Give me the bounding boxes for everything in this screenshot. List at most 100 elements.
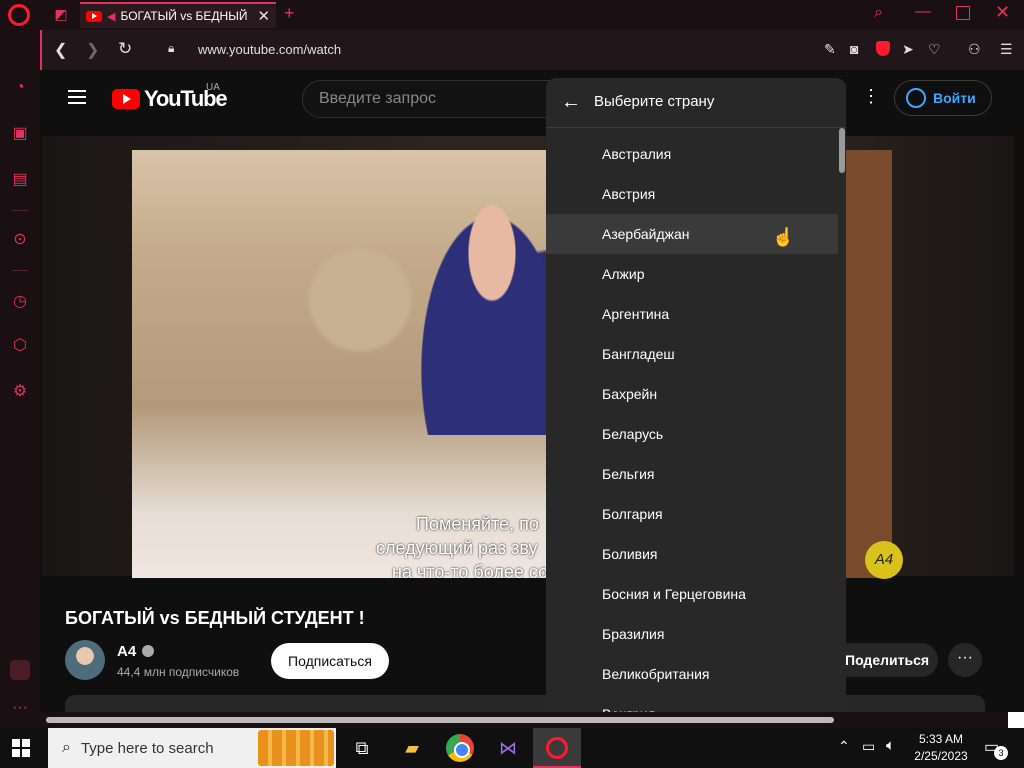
horizontal-scrollbar[interactable] xyxy=(40,712,1024,728)
restore-icon[interactable] xyxy=(956,6,970,20)
volume-icon[interactable]: 🔈︎ xyxy=(886,737,895,754)
page-scrollbar[interactable] xyxy=(1012,70,1014,720)
browser-tab[interactable]: ◀ БОГАТЫЙ vs БЕДНЫЙ ✕ xyxy=(80,2,276,28)
clock[interactable]: 5:33 AM 2/25/2023 xyxy=(910,731,972,765)
easy-setup-icon[interactable]: ☰ xyxy=(1000,41,1013,58)
opera-taskbar-button[interactable] xyxy=(533,728,581,768)
tab-search-icon[interactable]: ⌕ xyxy=(874,4,883,22)
workspace-icon[interactable] xyxy=(10,660,30,680)
youtube-logo-icon[interactable] xyxy=(112,89,140,109)
country-menu: ← Выберите страну Австралия Австрия Азерба… xyxy=(546,78,846,718)
taskbar-search-placeholder: Type here to search xyxy=(80,739,214,757)
sidebar-divider xyxy=(12,210,28,211)
subscribe-button[interactable]: Подписаться xyxy=(271,643,389,679)
back-arrow-icon[interactable]: ← xyxy=(561,91,581,114)
adblock-shield-icon[interactable] xyxy=(876,41,890,56)
opera-icon xyxy=(546,737,568,759)
subscriber-count: 44,4 млн подписчиков xyxy=(117,665,240,679)
account-icon xyxy=(906,88,926,108)
country-item[interactable]: Босния и Герцеговина xyxy=(546,574,838,614)
signin-label: Войти xyxy=(933,90,976,106)
shopping-bag-icon[interactable]: ▣ xyxy=(10,124,30,144)
country-item[interactable]: Бельгия xyxy=(546,454,838,494)
extensions-cube-icon[interactable]: ⬡ xyxy=(10,336,30,356)
country-item[interactable]: Аргентина xyxy=(546,294,838,334)
minimize-icon[interactable]: — xyxy=(915,3,931,21)
taskbar: ⌕ Type here to search ⧉ ▰ ⋈ ⌃ ▭ 🔈︎ 5:33 … xyxy=(0,728,1024,768)
browser-sidebar: ◔ ▣ ▤ ⊙ ◷ ⬡ ⚙ ··· xyxy=(0,30,40,728)
search-icon: ⌕ xyxy=(62,739,71,756)
scroll-corner xyxy=(1008,712,1024,728)
country-menu-scrollbar[interactable] xyxy=(838,128,846,718)
sidebar-divider xyxy=(12,270,28,271)
heart-icon[interactable]: ♡ xyxy=(928,41,941,58)
subtitle-line: Поменяйте, по xyxy=(416,514,539,534)
back-icon[interactable]: ❮ xyxy=(54,40,67,60)
channel-watermark[interactable]: А4 xyxy=(865,541,903,579)
video-frame-edge xyxy=(846,150,892,578)
youtube-favicon-icon xyxy=(86,10,102,22)
country-item[interactable]: Азербайджан xyxy=(546,214,838,254)
hand-cursor-icon: ☝ xyxy=(772,227,795,247)
sidebar-more-icon[interactable]: ··· xyxy=(10,698,30,718)
country-item[interactable]: Боливия xyxy=(546,534,838,574)
opera-logo-icon[interactable] xyxy=(8,4,30,26)
country-item[interactable]: Болгария xyxy=(546,494,838,534)
lock-icon[interactable]: 🔒︎ xyxy=(168,41,178,55)
search-input[interactable]: Введите запрос xyxy=(302,80,582,118)
tray-chevron-icon[interactable]: ⌃ xyxy=(838,738,850,755)
clock-time: 5:33 AM xyxy=(918,732,964,746)
address-bar: ❮ ❯ ↻ 🔒︎ www.youtube.com/watch ✎ ◙ ➤ ♡ ⚇… xyxy=(40,30,1024,70)
browser-titlebar: ◩ ◀ БОГАТЫЙ vs БЕДНЫЙ ✕ + ⌕ — ✕ xyxy=(0,0,1024,30)
country-item[interactable]: Бразилия xyxy=(546,614,838,654)
country-menu-title: Выберите страну xyxy=(594,93,715,110)
channel-name[interactable]: А4 xyxy=(117,643,136,660)
clock-date: 2/25/2023 xyxy=(914,749,968,763)
url-field[interactable]: www.youtube.com/watch xyxy=(198,42,341,57)
history-icon[interactable]: ◷ xyxy=(10,292,30,312)
task-view-icon[interactable]: ⧉ xyxy=(348,734,376,762)
file-explorer-icon[interactable]: ▰ xyxy=(398,734,426,762)
country-menu-header: ← Выберите страну xyxy=(546,78,846,128)
network-icon[interactable]: ▭ xyxy=(862,738,875,755)
country-item[interactable]: Беларусь xyxy=(546,414,838,454)
send-icon[interactable]: ➤ xyxy=(902,41,914,58)
tab-close-icon[interactable]: ✕ xyxy=(257,7,270,25)
menu-hamburger-icon[interactable] xyxy=(68,90,86,104)
subtitle-line: на что-то более со xyxy=(392,562,549,582)
more-actions-button[interactable]: ··· xyxy=(948,643,982,677)
youtube-page: YouTube UA Введите запрос ⋮ Войти Поменя… xyxy=(42,70,1014,720)
gamepad-icon[interactable]: ◩ xyxy=(48,6,74,24)
visual-studio-icon[interactable]: ⋈ xyxy=(494,734,522,762)
new-tab-icon[interactable]: + xyxy=(284,3,295,24)
video-title: БОГАТЫЙ vs БЕДНЫЙ СТУДЕНТ ! xyxy=(65,608,365,628)
search-highlight-image[interactable] xyxy=(258,730,334,766)
player-icon[interactable]: ⊙ xyxy=(10,230,30,250)
speed-dial-icon[interactable]: ◔ xyxy=(10,78,30,98)
tab-title: БОГАТЫЙ vs БЕДНЫЙ xyxy=(120,9,248,23)
country-item[interactable]: Алжир xyxy=(546,254,838,294)
country-item[interactable]: Австрия xyxy=(546,174,838,214)
subtitle-line: следующий раз зву xyxy=(376,538,538,558)
channel-avatar[interactable] xyxy=(65,640,105,680)
country-item[interactable]: Бангладеш xyxy=(546,334,838,374)
share-button[interactable]: Поделиться xyxy=(832,643,938,677)
edit-icon[interactable]: ✎ xyxy=(824,41,836,58)
twitch-icon[interactable]: ▤ xyxy=(10,170,30,190)
country-item[interactable]: Бахрейн xyxy=(546,374,838,414)
window-close-icon[interactable]: ✕ xyxy=(995,2,1010,23)
speaker-icon[interactable]: ◀ xyxy=(107,10,115,23)
camera-icon[interactable]: ◙ xyxy=(850,41,858,57)
settings-dots-icon[interactable]: ⋮ xyxy=(862,86,880,107)
verified-icon xyxy=(142,645,154,657)
signin-button[interactable]: Войти xyxy=(894,80,992,116)
country-item[interactable]: Австралия xyxy=(546,134,838,174)
windows-start-icon[interactable] xyxy=(12,739,30,757)
chrome-icon[interactable] xyxy=(446,734,474,762)
settings-gear-icon[interactable]: ⚙ xyxy=(10,382,30,402)
forward-icon[interactable]: ❯ xyxy=(86,40,99,60)
reload-icon[interactable]: ↻ xyxy=(118,39,132,59)
profile-icon[interactable]: ⚇ xyxy=(968,41,981,58)
country-item[interactable]: Великобритания xyxy=(546,654,838,694)
country-code: UA xyxy=(206,82,220,93)
